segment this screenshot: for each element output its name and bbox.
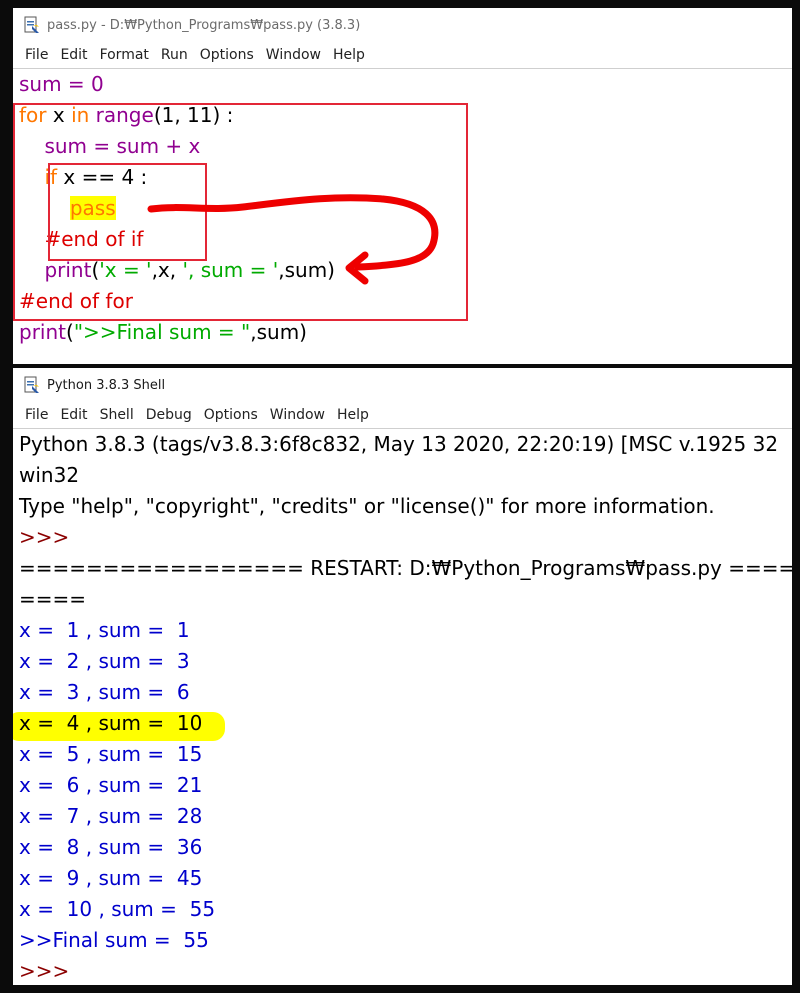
shell-titlebar[interactable]: Python 3.8.3 Shell [13, 368, 792, 402]
output-line: x = 8 , sum = 36 [19, 835, 203, 859]
menu-options[interactable]: Options [198, 407, 264, 423]
idle-shell-icon [24, 376, 39, 393]
shell-prompt-end[interactable]: >>> [13, 956, 792, 985]
shell-banner-line: Type "help", "copyright", "credits" or "… [19, 494, 715, 518]
shell-output-area[interactable]: Python 3.8.3 (tags/v3.8.3:6f8c832, May 1… [13, 429, 792, 985]
output-line-highlighted: x = 4 , sum = 10 [19, 711, 203, 735]
output-line: x = 5 , sum = 15 [19, 742, 203, 766]
editor-titlebar[interactable]: pass.py - D:₩Python_Programs₩pass.py (3.… [13, 8, 792, 42]
code-editor-area[interactable]: sum = 0 for x in range(1, 11) : sum = su… [13, 69, 792, 348]
menu-file[interactable]: File [19, 47, 54, 63]
menu-help[interactable]: Help [331, 407, 375, 423]
output-line: x = 7 , sum = 28 [19, 804, 203, 828]
shell-window: Python 3.8.3 Shell File Edit Shell Debug… [13, 368, 792, 985]
menu-edit[interactable]: Edit [54, 407, 93, 423]
shell-banner-line: Python 3.8.3 (tags/v3.8.3:6f8c832, May 1… [19, 432, 779, 456]
shell-banner-line: win32 [19, 463, 80, 487]
menu-help[interactable]: Help [327, 47, 371, 63]
shell-menubar: File Edit Shell Debug Options Window Hel… [13, 402, 792, 429]
output-line: x = 2 , sum = 3 [19, 649, 190, 673]
red-arrow-annotation [147, 194, 439, 285]
output-line: x = 1 , sum = 1 [19, 618, 190, 642]
output-line: x = 3 , sum = 6 [19, 680, 190, 704]
menu-edit[interactable]: Edit [54, 47, 93, 63]
shell-restart-line: ==== [19, 587, 87, 611]
menu-window[interactable]: Window [260, 47, 327, 63]
menu-run[interactable]: Run [155, 47, 194, 63]
shell-restart-line: ================= RESTART: D:₩Python_Pro… [19, 556, 792, 580]
menu-shell[interactable]: Shell [94, 407, 140, 423]
menu-window[interactable]: Window [264, 407, 331, 423]
idle-file-icon [24, 16, 39, 33]
output-line: x = 6 , sum = 21 [19, 773, 203, 797]
menu-options[interactable]: Options [194, 47, 260, 63]
editor-title: pass.py - D:₩Python_Programs₩pass.py (3.… [47, 17, 361, 33]
shell-title: Python 3.8.3 Shell [47, 377, 166, 393]
shell-prompt: >>> [19, 525, 70, 549]
menu-debug[interactable]: Debug [140, 407, 198, 423]
editor-window: pass.py - D:₩Python_Programs₩pass.py (3.… [13, 8, 792, 364]
output-line: x = 9 , sum = 45 [19, 866, 203, 890]
menu-format[interactable]: Format [94, 47, 155, 63]
editor-menubar: File Edit Format Run Options Window Help [13, 42, 792, 69]
output-line: x = 10 , sum = 55 [19, 897, 216, 921]
final-sum-output: >>Final sum = 55 [19, 928, 209, 952]
menu-file[interactable]: File [19, 407, 54, 423]
